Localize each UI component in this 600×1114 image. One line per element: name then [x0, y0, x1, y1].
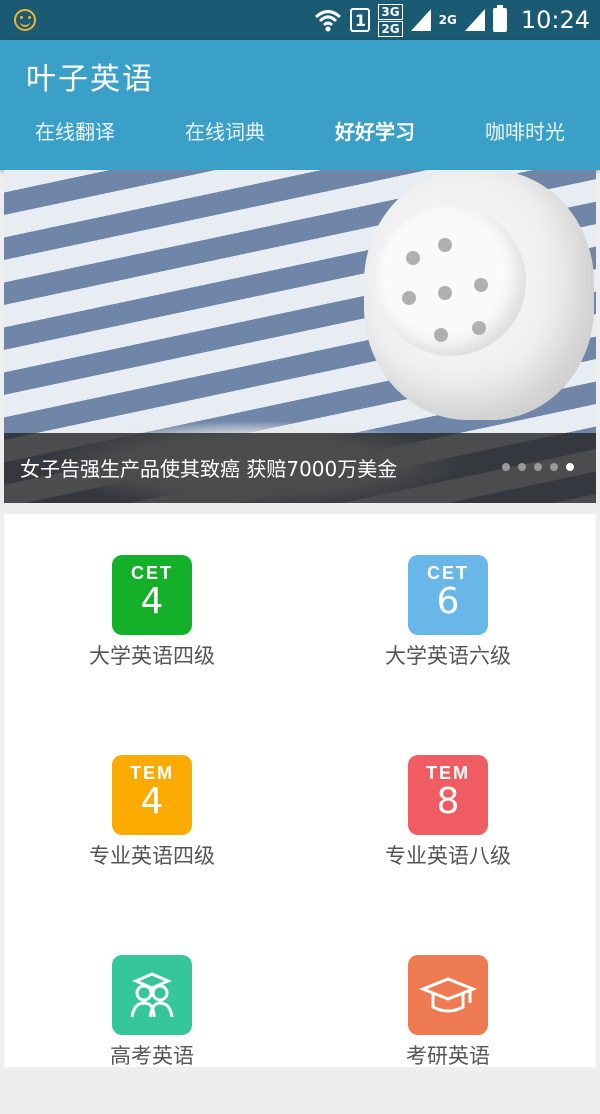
app-title: 叶子英语 — [26, 62, 154, 97]
network-2g-secondary-label: 2G — [438, 13, 457, 27]
wifi-icon — [315, 10, 342, 32]
badge-number: 4 — [140, 581, 164, 622]
cap-hole — [438, 238, 452, 252]
carousel-dot-active[interactable] — [566, 463, 574, 471]
status-time: 10:24 — [520, 6, 590, 34]
carousel-dot[interactable] — [518, 463, 526, 471]
badge-label: TEM — [130, 763, 174, 783]
smiley-notification-icon — [14, 9, 36, 31]
badge-label: CET — [131, 563, 173, 583]
network-3g-label: 3G — [378, 3, 403, 20]
tab-bar: 在线翻译 在线词典 好好学习 咖啡时光 — [0, 114, 600, 154]
badge-label: TEM — [426, 763, 470, 783]
bottle-cap — [376, 206, 526, 356]
category-title: 专业英语八级 — [385, 844, 511, 868]
tab-online-translate[interactable]: 在线翻译 — [0, 114, 150, 154]
cap-hole — [438, 286, 452, 300]
badge-number: 6 — [436, 581, 460, 622]
signal-strength-icon — [410, 9, 431, 31]
battery-icon — [492, 5, 507, 32]
tem4-icon: TEM 4 — [112, 755, 192, 835]
tem8-icon: TEM 8 — [408, 755, 488, 835]
status-bar: 1 3G 2G 2G 10:24 — [0, 0, 600, 40]
category-cet6[interactable]: CET 6 大学英语六级 — [300, 514, 596, 714]
carousel-indicator — [502, 463, 574, 471]
students-icon — [112, 955, 192, 1035]
graduation-cap-icon — [408, 955, 488, 1035]
category-title: 考研英语 — [406, 1044, 490, 1068]
signal-strength-2-icon — [464, 9, 485, 31]
category-title: 高考英语 — [110, 1044, 194, 1068]
tab-study[interactable]: 好好学习 — [300, 114, 450, 154]
cet6-icon: CET 6 — [408, 555, 488, 635]
exam-category-grid: CET 4 大学英语四级 CET 6 大学英语六级 TEM 4 专业英语四级 T… — [4, 514, 596, 1068]
category-tem4[interactable]: TEM 4 专业英语四级 — [4, 714, 300, 914]
category-title: 专业英语四级 — [89, 844, 215, 868]
graduation-cap-icon-svg — [418, 977, 478, 1013]
cap-hole — [434, 328, 448, 342]
cap-hole — [402, 291, 416, 305]
tab-online-dictionary[interactable]: 在线词典 — [150, 114, 300, 154]
cap-hole — [406, 251, 420, 265]
category-title: 大学英语六级 — [385, 644, 511, 668]
category-gaokao[interactable]: 高考英语 — [4, 914, 300, 1114]
cap-hole — [472, 321, 486, 335]
banner-caption: 女子告强生产品使其致癌 获赔7000万美金 — [20, 457, 398, 481]
students-icon-svg — [130, 972, 174, 1018]
app-bar: 叶子英语 在线翻译 在线词典 好好学习 咖啡时光 — [0, 40, 600, 170]
badge-label: CET — [427, 563, 469, 583]
category-cet4[interactable]: CET 4 大学英语四级 — [4, 514, 300, 714]
cap-hole — [474, 278, 488, 292]
badge-number: 8 — [436, 781, 460, 822]
network-type-indicator: 3G 2G — [378, 3, 403, 37]
carousel-dot[interactable] — [534, 463, 542, 471]
sim-slot-icon: 1 — [350, 8, 371, 32]
banner-image-bottle — [364, 170, 594, 420]
cet4-icon: CET 4 — [112, 555, 192, 635]
tab-coffee-time[interactable]: 咖啡时光 — [450, 114, 600, 154]
category-kaoyan[interactable]: 考研英语 — [300, 914, 596, 1114]
badge-number: 4 — [140, 781, 164, 822]
banner-caption-bar: 女子告强生产品使其致癌 获赔7000万美金 — [4, 433, 596, 503]
network-2g-label: 2G — [378, 20, 403, 37]
carousel-dot[interactable] — [550, 463, 558, 471]
category-tem8[interactable]: TEM 8 专业英语八级 — [300, 714, 596, 914]
carousel-dot[interactable] — [502, 463, 510, 471]
category-title: 大学英语四级 — [89, 644, 215, 668]
news-banner-carousel[interactable]: 女子告强生产品使其致癌 获赔7000万美金 — [4, 170, 596, 503]
